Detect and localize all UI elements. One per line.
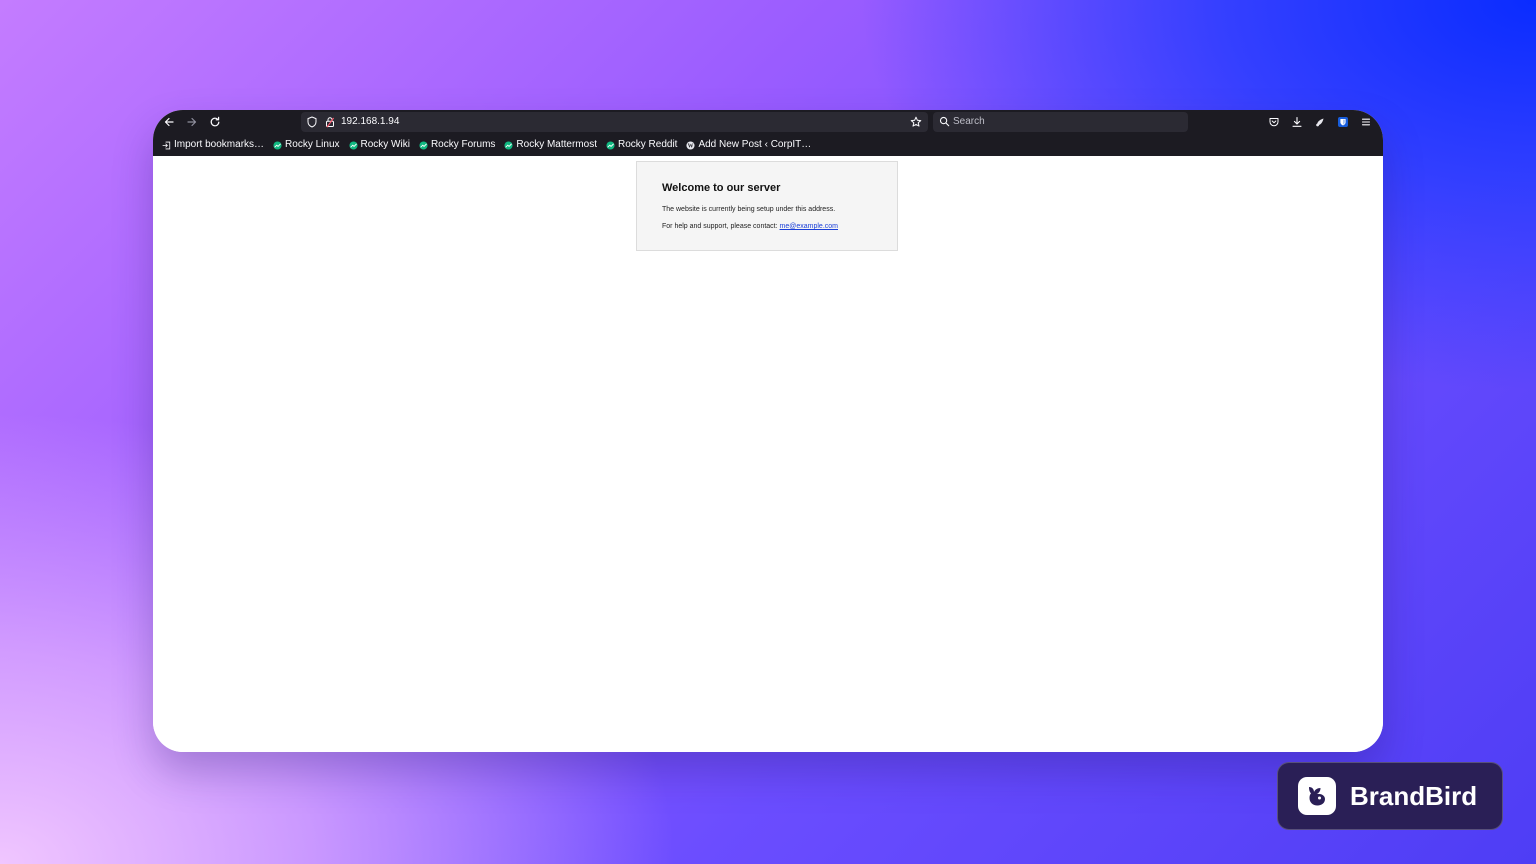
brandbird-logo (1298, 777, 1336, 815)
pocket-icon (1269, 118, 1279, 127)
menu-button[interactable] (1359, 115, 1373, 129)
extension-icon (1316, 118, 1324, 127)
download-icon (1292, 116, 1302, 127)
bitwarden-button[interactable] (1336, 115, 1350, 129)
bookmark-label: Rocky Wiki (360, 139, 410, 150)
page-title: Welcome to our server (662, 182, 781, 194)
rocky-icon (606, 140, 615, 150)
back-button[interactable] (161, 114, 177, 130)
bookmark-label: Rocky Linux (285, 139, 340, 150)
bookmark-add-new-post[interactable]: W Add New Post ‹ CorpIT… (686, 139, 811, 151)
svg-text:W: W (688, 143, 694, 149)
rocky-icon (504, 140, 513, 150)
shield-icon[interactable] (306, 116, 318, 128)
import-icon (162, 141, 171, 149)
reload-icon (210, 116, 220, 127)
welcome-card: Welcome to our server The website is cur… (636, 161, 898, 251)
search-bar[interactable]: Search (933, 112, 1188, 132)
rocky-icon (419, 140, 428, 150)
search-icon (939, 116, 950, 127)
extension-button[interactable] (1313, 115, 1327, 129)
wordpress-icon: W (686, 140, 696, 149)
bookmark-label: Rocky Mattermost (516, 139, 597, 150)
bookmarks-toolbar: Import bookmarks… Rocky Linux Rocky Wiki… (153, 134, 1383, 156)
support-message: For help and support, please contact: me… (662, 222, 897, 231)
bookmark-label: Import bookmarks… (174, 139, 265, 150)
status-message: The website is currently being setup und… (662, 206, 836, 213)
page-content: Welcome to our server The website is cur… (153, 156, 1383, 752)
bitwarden-icon (1338, 117, 1348, 127)
lock-warning-icon[interactable] (324, 116, 336, 128)
browser-window: 192.168.1.94 Search Import bookmarks… Ro… (153, 110, 1383, 752)
bookmark-label: Add New Post ‹ CorpIT… (698, 139, 812, 150)
brand-name: BrandBird (1350, 781, 1478, 811)
star-icon[interactable] (910, 116, 922, 128)
url-text[interactable]: 192.168.1.94 (341, 116, 399, 128)
reload-button[interactable] (207, 114, 223, 130)
bookmark-rocky-linux[interactable]: Rocky Linux (273, 139, 340, 151)
bookmark-rocky-mattermost[interactable]: Rocky Mattermost (504, 139, 597, 151)
downloads-button[interactable] (1290, 115, 1304, 129)
contact-email-link[interactable]: me@example.com (780, 223, 838, 230)
bookmark-import[interactable]: Import bookmarks… (162, 139, 264, 151)
bookmark-rocky-wiki[interactable]: Rocky Wiki (348, 139, 410, 151)
rocky-icon (348, 140, 358, 150)
search-placeholder: Search (953, 116, 985, 127)
arrow-right-icon (187, 117, 197, 127)
bookmark-label: Rocky Forums (430, 139, 496, 150)
support-text: For help and support, please contact: (662, 223, 780, 230)
forward-button[interactable] (184, 114, 200, 130)
pocket-button[interactable] (1267, 115, 1281, 129)
bookmark-rocky-reddit[interactable]: Rocky Reddit (606, 139, 677, 151)
arrow-left-icon (164, 117, 174, 127)
bookmark-rocky-forums[interactable]: Rocky Forums (419, 139, 495, 151)
rocky-icon (273, 140, 282, 150)
brandbird-badge: BrandBird (1277, 762, 1503, 830)
url-bar[interactable]: 192.168.1.94 (301, 112, 928, 132)
bookmark-label: Rocky Reddit (617, 139, 678, 150)
menu-icon (1361, 118, 1371, 126)
bird-icon (1309, 787, 1325, 806)
browser-toolbar: 192.168.1.94 Search (153, 110, 1383, 134)
